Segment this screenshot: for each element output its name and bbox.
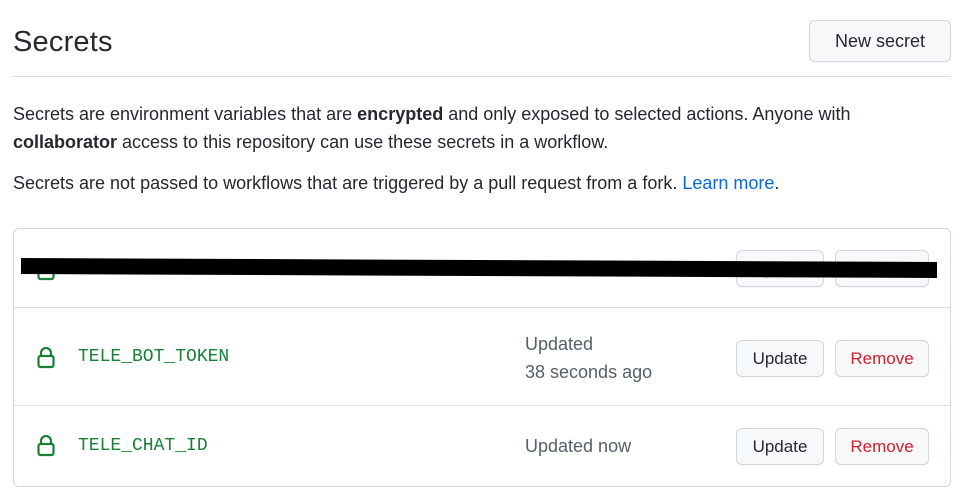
updated-time: Updated 38 seconds ago xyxy=(525,334,653,382)
update-button[interactable]: Update xyxy=(736,428,824,465)
description-paragraph-2: Secrets are not passed to workflows that… xyxy=(13,173,780,193)
learn-more-link[interactable]: Learn more xyxy=(682,173,774,193)
secret-name: TELE_CHAT_ID xyxy=(78,436,208,456)
page-header: Secrets New secret xyxy=(13,18,951,77)
description: Secrets are environment variables that a… xyxy=(13,100,943,210)
lock-icon xyxy=(37,347,55,369)
page-title: Secrets xyxy=(13,26,113,58)
remove-button[interactable]: Remove xyxy=(835,428,929,465)
secret-name: TELE_BOT_TOKEN xyxy=(78,347,230,367)
update-button[interactable]: Update xyxy=(736,340,824,377)
lock-icon xyxy=(37,435,55,457)
updated-time: Updated now xyxy=(525,436,632,456)
description-paragraph-1: Secrets are environment variables that a… xyxy=(13,104,851,152)
new-secret-button[interactable]: New secret xyxy=(809,20,951,62)
secret-row: TELE_CHAT_ID Updated now Update Remove xyxy=(14,405,950,487)
remove-button[interactable]: Remove xyxy=(835,340,929,377)
secret-row: TELE_BOT_TOKEN Updated 38 seconds ago Up… xyxy=(14,307,950,406)
